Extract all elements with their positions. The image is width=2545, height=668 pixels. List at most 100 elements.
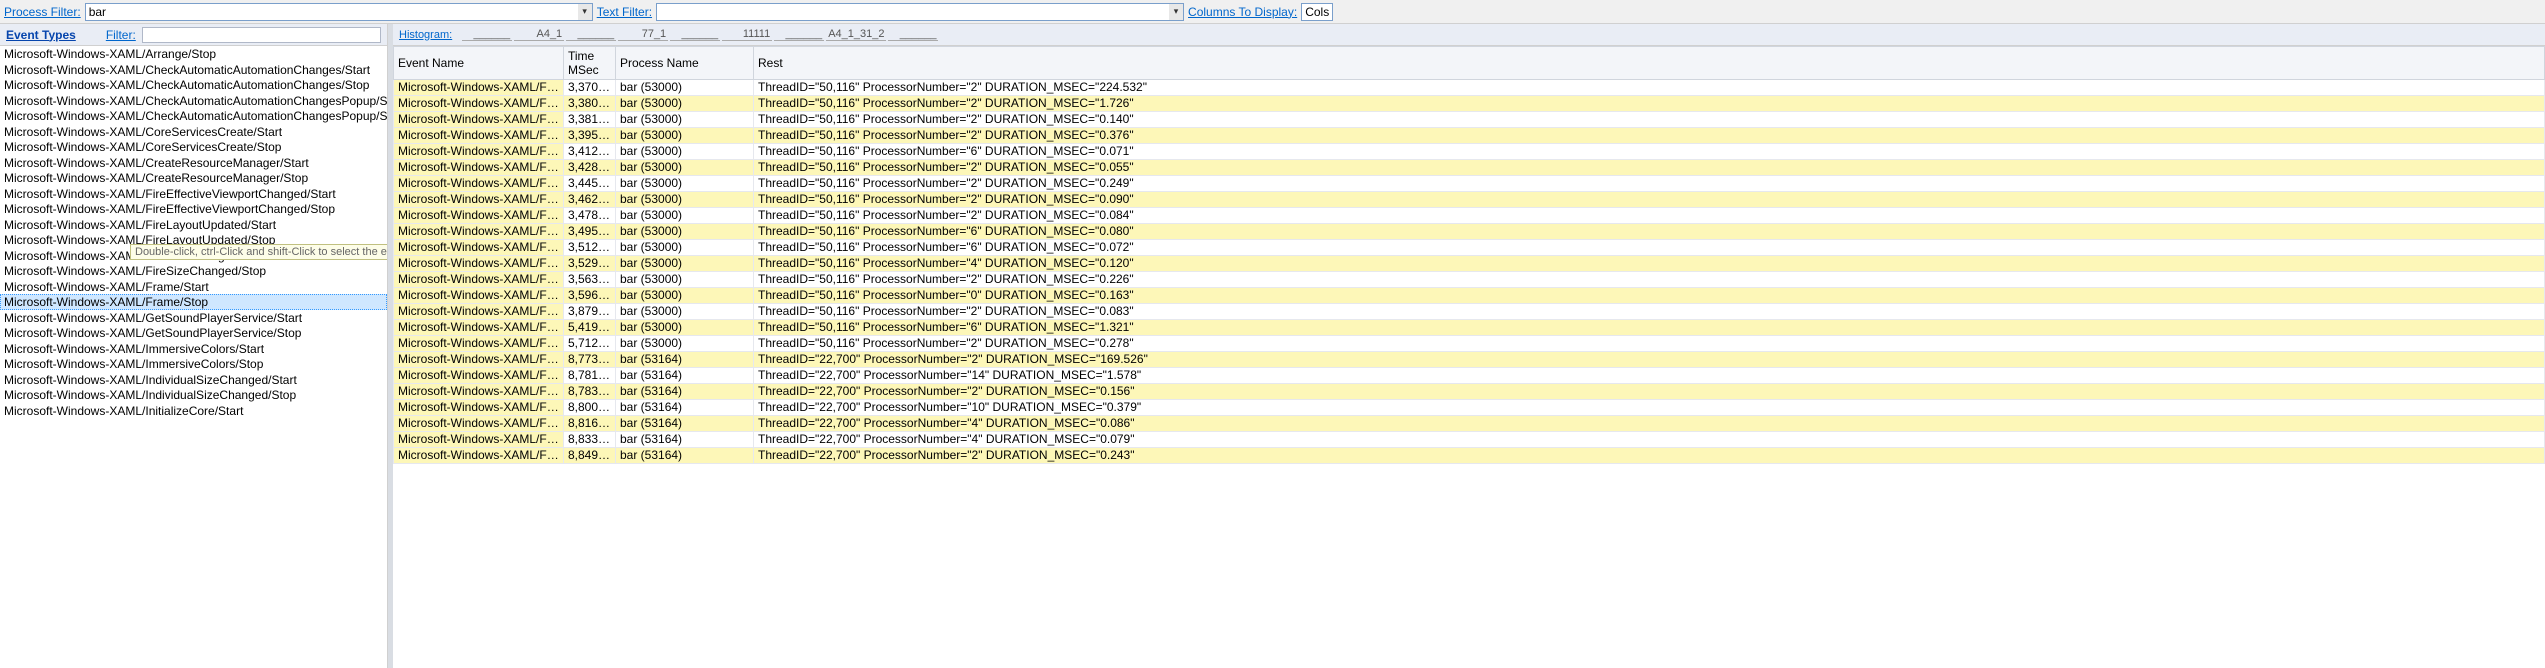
event-row[interactable]: Microsoft-Windows-XAML/Frame/Stop8,800.1… <box>394 400 2545 416</box>
event-row[interactable]: Microsoft-Windows-XAML/Frame/Stop3,395.6… <box>394 128 2545 144</box>
cell-time-msec: 3,478.839 <box>564 208 616 224</box>
cell-event-name: Microsoft-Windows-XAML/Frame/Stop <box>394 256 564 272</box>
event-type-row[interactable]: Microsoft-Windows-XAML/CheckAutomaticAut… <box>0 62 387 78</box>
text-filter-dropdown-icon[interactable]: ▾ <box>1169 4 1183 20</box>
event-row[interactable]: Microsoft-Windows-XAML/Frame/Stop3,381.7… <box>394 112 2545 128</box>
events-grid[interactable]: Event Name Time MSec Process Name Rest M… <box>393 46 2545 668</box>
cell-rest: ThreadID="22,700" ProcessorNumber="14" D… <box>754 368 2545 384</box>
event-type-row[interactable]: Microsoft-Windows-XAML/GetSoundPlayerSer… <box>0 325 387 341</box>
event-row[interactable]: Microsoft-Windows-XAML/Frame/Stop3,445.6… <box>394 176 2545 192</box>
columns-to-display-label[interactable]: Columns To Display: <box>1188 5 1297 19</box>
cell-process: bar (53000) <box>616 320 754 336</box>
cell-process: bar (53000) <box>616 288 754 304</box>
event-type-row[interactable]: Microsoft-Windows-XAML/CheckAutomaticAut… <box>0 77 387 93</box>
cell-rest: ThreadID="50,116" ProcessorNumber="2" DU… <box>754 80 2545 96</box>
event-type-row[interactable]: Microsoft-Windows-XAML/GetSoundPlayerSer… <box>0 310 387 326</box>
process-filter-label[interactable]: Process Filter: <box>4 5 81 19</box>
event-types-filter-label[interactable]: Filter: <box>106 28 136 42</box>
cell-event-name: Microsoft-Windows-XAML/Frame/Stop <box>394 288 564 304</box>
event-row[interactable]: Microsoft-Windows-XAML/Frame/Stop3,478.8… <box>394 208 2545 224</box>
top-toolbar: Process Filter: ▾ Text Filter: ▾ Columns… <box>0 0 2545 24</box>
col-header-event-name[interactable]: Event Name <box>394 47 564 80</box>
cell-time-msec: 3,529.753 <box>564 256 616 272</box>
cell-time-msec: 8,781.900 <box>564 368 616 384</box>
event-row[interactable]: Microsoft-Windows-XAML/Frame/Stop3,380.2… <box>394 96 2545 112</box>
histogram-label[interactable]: Histogram: <box>399 29 452 41</box>
events-pane: Histogram: ______A4_1______77_1______111… <box>393 24 2545 668</box>
cell-event-name: Microsoft-Windows-XAML/Frame/Stop <box>394 400 564 416</box>
event-type-row[interactable]: Microsoft-Windows-XAML/CheckAutomaticAut… <box>0 93 387 109</box>
text-filter-label[interactable]: Text Filter: <box>597 5 652 19</box>
histogram-bin: ______ <box>888 28 938 41</box>
cell-time-msec: 5,712.032 <box>564 336 616 352</box>
columns-to-display-input[interactable] <box>1301 3 1333 21</box>
cell-rest: ThreadID="22,700" ProcessorNumber="2" DU… <box>754 384 2545 400</box>
event-type-row[interactable]: Microsoft-Windows-XAML/FireEffectiveView… <box>0 186 387 202</box>
event-type-row[interactable]: Microsoft-Windows-XAML/CoreServicesCreat… <box>0 124 387 140</box>
cell-event-name: Microsoft-Windows-XAML/Frame/Stop <box>394 336 564 352</box>
cell-rest: ThreadID="50,116" ProcessorNumber="2" DU… <box>754 128 2545 144</box>
event-type-row[interactable]: Microsoft-Windows-XAML/IndividualSizeCha… <box>0 387 387 403</box>
event-type-row[interactable]: Microsoft-Windows-XAML/FireSizeChanged/S… <box>0 248 387 264</box>
process-filter-input[interactable] <box>85 3 593 21</box>
text-filter-input[interactable] <box>656 3 1184 21</box>
event-type-row[interactable]: Microsoft-Windows-XAML/Frame/Stop <box>0 294 387 310</box>
event-type-row[interactable]: Microsoft-Windows-XAML/CoreServicesCreat… <box>0 139 387 155</box>
cell-time-msec: 3,428.677 <box>564 160 616 176</box>
event-types-title[interactable]: Event Types <box>6 28 76 42</box>
event-row[interactable]: Microsoft-Windows-XAML/Frame/Stop8,773.0… <box>394 352 2545 368</box>
event-row[interactable]: Microsoft-Windows-XAML/Frame/Stop5,419.0… <box>394 320 2545 336</box>
cell-event-name: Microsoft-Windows-XAML/Frame/Stop <box>394 320 564 336</box>
event-row[interactable]: Microsoft-Windows-XAML/Frame/Stop5,712.0… <box>394 336 2545 352</box>
cell-rest: ThreadID="50,116" ProcessorNumber="6" DU… <box>754 224 2545 240</box>
col-header-process[interactable]: Process Name <box>616 47 754 80</box>
event-type-row[interactable]: Microsoft-Windows-XAML/FireLayoutUpdated… <box>0 217 387 233</box>
event-row[interactable]: Microsoft-Windows-XAML/Frame/Stop3,428.6… <box>394 160 2545 176</box>
cell-time-msec: 3,380.260 <box>564 96 616 112</box>
event-row[interactable]: Microsoft-Windows-XAML/Frame/Stop3,370.8… <box>394 80 2545 96</box>
cell-rest: ThreadID="50,116" ProcessorNumber="6" DU… <box>754 320 2545 336</box>
cell-event-name: Microsoft-Windows-XAML/Frame/Stop <box>394 272 564 288</box>
event-types-list[interactable]: Microsoft-Windows-XAML/Arrange/StopMicro… <box>0 46 387 668</box>
cell-event-name: Microsoft-Windows-XAML/Frame/Stop <box>394 144 564 160</box>
cell-rest: ThreadID="50,116" ProcessorNumber="0" DU… <box>754 288 2545 304</box>
cell-event-name: Microsoft-Windows-XAML/Frame/Stop <box>394 160 564 176</box>
event-row[interactable]: Microsoft-Windows-XAML/Frame/Stop8,816.4… <box>394 416 2545 432</box>
event-type-row[interactable]: Microsoft-Windows-XAML/IndividualSizeCha… <box>0 372 387 388</box>
cell-process: bar (53000) <box>616 80 754 96</box>
cell-rest: ThreadID="50,116" ProcessorNumber="2" DU… <box>754 304 2545 320</box>
cell-time-msec: 8,783.385 <box>564 384 616 400</box>
event-type-row[interactable]: Microsoft-Windows-XAML/FireSizeChanged/S… <box>0 263 387 279</box>
event-type-row[interactable]: Microsoft-Windows-XAML/FireLayoutUpdated… <box>0 232 387 248</box>
event-types-filter-input[interactable] <box>142 27 381 43</box>
event-row[interactable]: Microsoft-Windows-XAML/Frame/Stop3,563.5… <box>394 272 2545 288</box>
event-row[interactable]: Microsoft-Windows-XAML/Frame/Stop3,529.7… <box>394 256 2545 272</box>
col-header-time-msec[interactable]: Time MSec <box>564 47 616 80</box>
event-type-row[interactable]: Microsoft-Windows-XAML/FireEffectiveView… <box>0 201 387 217</box>
cell-time-msec: 8,833.124 <box>564 432 616 448</box>
event-type-row[interactable]: Microsoft-Windows-XAML/ImmersiveColors/S… <box>0 341 387 357</box>
event-row[interactable]: Microsoft-Windows-XAML/Frame/Stop8,783.3… <box>394 384 2545 400</box>
event-type-row[interactable]: Microsoft-Windows-XAML/Frame/Start <box>0 279 387 295</box>
event-row[interactable]: Microsoft-Windows-XAML/Frame/Stop3,879.5… <box>394 304 2545 320</box>
process-filter-dropdown-icon[interactable]: ▾ <box>578 4 592 20</box>
cell-rest: ThreadID="50,116" ProcessorNumber="2" DU… <box>754 160 2545 176</box>
event-row[interactable]: Microsoft-Windows-XAML/Frame/Stop3,412.2… <box>394 144 2545 160</box>
event-row[interactable]: Microsoft-Windows-XAML/Frame/Stop3,596.8… <box>394 288 2545 304</box>
event-type-row[interactable]: Microsoft-Windows-XAML/CheckAutomaticAut… <box>0 108 387 124</box>
event-type-row[interactable]: Microsoft-Windows-XAML/CreateResourceMan… <box>0 170 387 186</box>
cell-process: bar (53000) <box>616 272 754 288</box>
event-row[interactable]: Microsoft-Windows-XAML/Frame/Stop3,512.4… <box>394 240 2545 256</box>
event-type-row[interactable]: Microsoft-Windows-XAML/Arrange/Stop <box>0 46 387 62</box>
event-row[interactable]: Microsoft-Windows-XAML/Frame/Stop8,849.9… <box>394 448 2545 464</box>
col-header-rest[interactable]: Rest <box>754 47 2545 80</box>
cell-event-name: Microsoft-Windows-XAML/Frame/Stop <box>394 352 564 368</box>
cell-event-name: Microsoft-Windows-XAML/Frame/Stop <box>394 192 564 208</box>
event-type-row[interactable]: Microsoft-Windows-XAML/CreateResourceMan… <box>0 155 387 171</box>
event-type-row[interactable]: Microsoft-Windows-XAML/InitializeCore/St… <box>0 403 387 419</box>
event-type-row[interactable]: Microsoft-Windows-XAML/ImmersiveColors/S… <box>0 356 387 372</box>
event-row[interactable]: Microsoft-Windows-XAML/Frame/Stop8,833.1… <box>394 432 2545 448</box>
event-row[interactable]: Microsoft-Windows-XAML/Frame/Stop3,495.9… <box>394 224 2545 240</box>
event-row[interactable]: Microsoft-Windows-XAML/Frame/Stop3,462.0… <box>394 192 2545 208</box>
event-row[interactable]: Microsoft-Windows-XAML/Frame/Stop8,781.9… <box>394 368 2545 384</box>
